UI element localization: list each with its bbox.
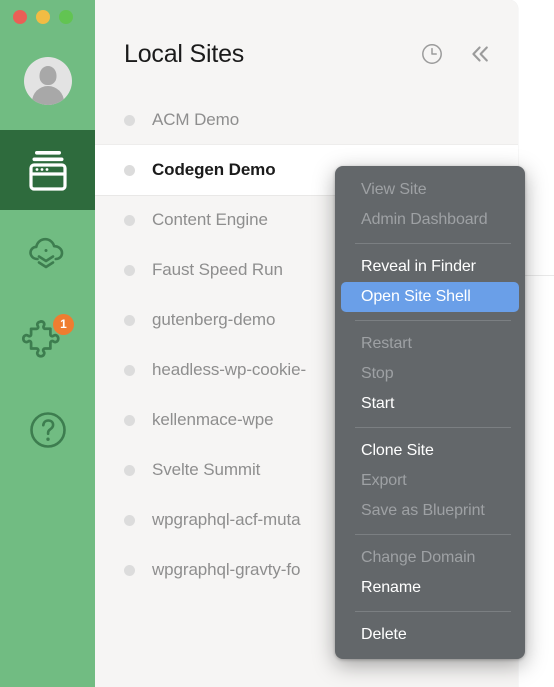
menu-item-stop[interactable]: Stop (341, 359, 519, 389)
avatar-body-shape (32, 86, 64, 105)
sidebar-item-help[interactable] (0, 390, 95, 470)
menu-item-change-domain[interactable]: Change Domain (341, 543, 519, 573)
site-name: Faust Speed Run (152, 260, 283, 279)
menu-item-restart[interactable]: Restart (341, 329, 519, 359)
cloud-icon (24, 231, 72, 279)
menu-item-admin-dashboard[interactable]: Admin Dashboard (341, 205, 519, 235)
site-name: Content Engine (152, 210, 268, 229)
site-status-dot (124, 164, 135, 176)
history-button[interactable] (419, 43, 445, 69)
menu-separator (355, 320, 511, 321)
site-status-dot (124, 414, 135, 426)
clock-icon (420, 42, 444, 71)
menu-item-open-site-shell[interactable]: Open Site Shell (341, 282, 519, 312)
site-name: Svelte Summit (152, 460, 261, 479)
site-status-dot (124, 364, 135, 376)
help-icon (24, 406, 72, 454)
close-window-button[interactable] (13, 10, 27, 24)
screen: 1 Local Sites ACM Demo Codegen Demo Cont… (0, 0, 554, 687)
site-context-menu[interactable]: View Site Admin Dashboard Reveal in Find… (335, 166, 525, 659)
sidebar-item-addons[interactable] (0, 300, 95, 380)
double-chevron-left-icon (467, 41, 493, 72)
site-name: wpgraphql-acf-muta (152, 510, 301, 529)
site-status-dot (124, 564, 135, 576)
collapse-sidebar-button[interactable] (467, 43, 493, 69)
menu-item-start[interactable]: Start (341, 389, 519, 419)
menu-item-export[interactable]: Export (341, 466, 519, 496)
window-traffic-lights (13, 10, 73, 24)
page-title: Local Sites (124, 40, 245, 68)
menu-separator (355, 611, 511, 612)
menu-item-clone-site[interactable]: Clone Site (341, 436, 519, 466)
menu-separator (355, 243, 511, 244)
site-status-dot (124, 214, 135, 226)
addons-badge: 1 (53, 314, 74, 335)
panel-header: Local Sites (95, 0, 518, 95)
site-name: headless-wp-cookie- (152, 360, 307, 379)
menu-item-delete[interactable]: Delete (341, 620, 519, 650)
menu-separator (355, 427, 511, 428)
primary-nav-rail: 1 (0, 0, 95, 687)
site-status-dot (124, 314, 135, 326)
menu-item-view-site[interactable]: View Site (341, 175, 519, 205)
site-status-dot (124, 264, 135, 276)
menu-item-save-as-blueprint[interactable]: Save as Blueprint (341, 496, 519, 526)
site-status-dot (124, 114, 135, 126)
avatar[interactable] (24, 57, 72, 105)
menu-item-rename[interactable]: Rename (341, 573, 519, 603)
menu-item-reveal-in-finder[interactable]: Reveal in Finder (341, 252, 519, 282)
site-name: ACM Demo (152, 110, 240, 129)
site-name: gutenberg-demo (152, 310, 276, 329)
site-name: wpgraphql-gravty-fo (152, 560, 301, 579)
menu-separator (355, 534, 511, 535)
sidebar-item-sites[interactable] (0, 130, 95, 210)
site-name: kellenmace-wpe (152, 410, 274, 429)
minimize-window-button[interactable] (36, 10, 50, 24)
avatar-head-shape (39, 66, 57, 85)
sites-icon (24, 146, 72, 194)
site-name: Codegen Demo (152, 160, 276, 179)
site-status-dot (124, 514, 135, 526)
header-actions (419, 43, 493, 69)
sidebar-item-cloud[interactable] (0, 215, 95, 295)
maximize-window-button[interactable] (59, 10, 73, 24)
list-item[interactable]: ACM Demo (95, 95, 518, 145)
site-status-dot (124, 464, 135, 476)
